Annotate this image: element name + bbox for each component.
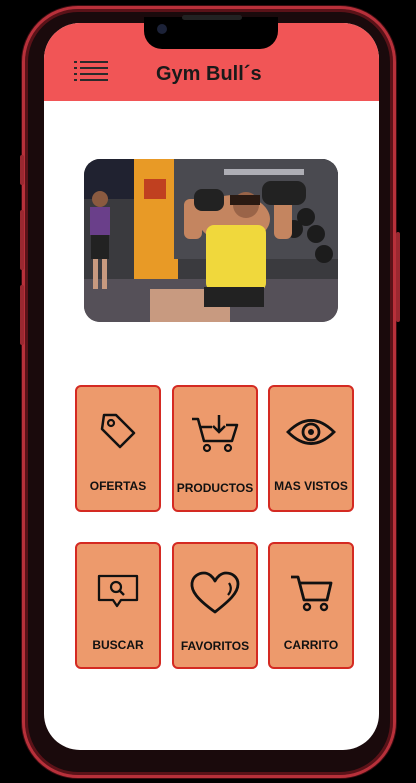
tag-icon bbox=[100, 413, 136, 449]
tile-buscar[interactable]: BUSCAR bbox=[75, 542, 161, 669]
tile-label: BUSCAR bbox=[92, 638, 144, 652]
phone-notch bbox=[144, 15, 278, 49]
tile-label: OFERTAS bbox=[89, 479, 147, 493]
eye-icon bbox=[286, 419, 336, 445]
speaker-grille bbox=[182, 15, 242, 20]
gym-hero-image bbox=[84, 159, 338, 322]
tile-mas-vistos[interactable]: MAS VISTOS bbox=[268, 385, 354, 512]
app-title: Gym Bull´s bbox=[156, 63, 262, 85]
tile-productos[interactable]: PRODUCTOS bbox=[172, 385, 258, 512]
volume-up-button bbox=[20, 210, 24, 270]
power-button bbox=[396, 232, 400, 322]
menu-icon[interactable] bbox=[74, 60, 108, 86]
front-camera bbox=[157, 24, 167, 34]
tile-favoritos[interactable]: FAVORITOS bbox=[172, 542, 258, 669]
cart-download-icon bbox=[192, 415, 239, 453]
tile-carrito[interactable]: CARRITO bbox=[268, 542, 354, 669]
search-chat-icon bbox=[97, 574, 139, 608]
cart-icon bbox=[291, 575, 333, 612]
heart-icon bbox=[190, 571, 240, 614]
tile-label: PRODUCTOS bbox=[176, 481, 254, 495]
mute-switch bbox=[20, 155, 24, 185]
tile-label: CARRITO bbox=[283, 638, 339, 652]
tile-label: MAS VISTOS bbox=[274, 479, 348, 493]
volume-down-button bbox=[20, 285, 24, 345]
tile-ofertas[interactable]: OFERTAS bbox=[75, 385, 161, 512]
app-screen: Gym Bull´s OFERTAS PRODUCTOS MAS VISTOS … bbox=[44, 23, 379, 750]
tile-label: FAVORITOS bbox=[180, 639, 250, 653]
